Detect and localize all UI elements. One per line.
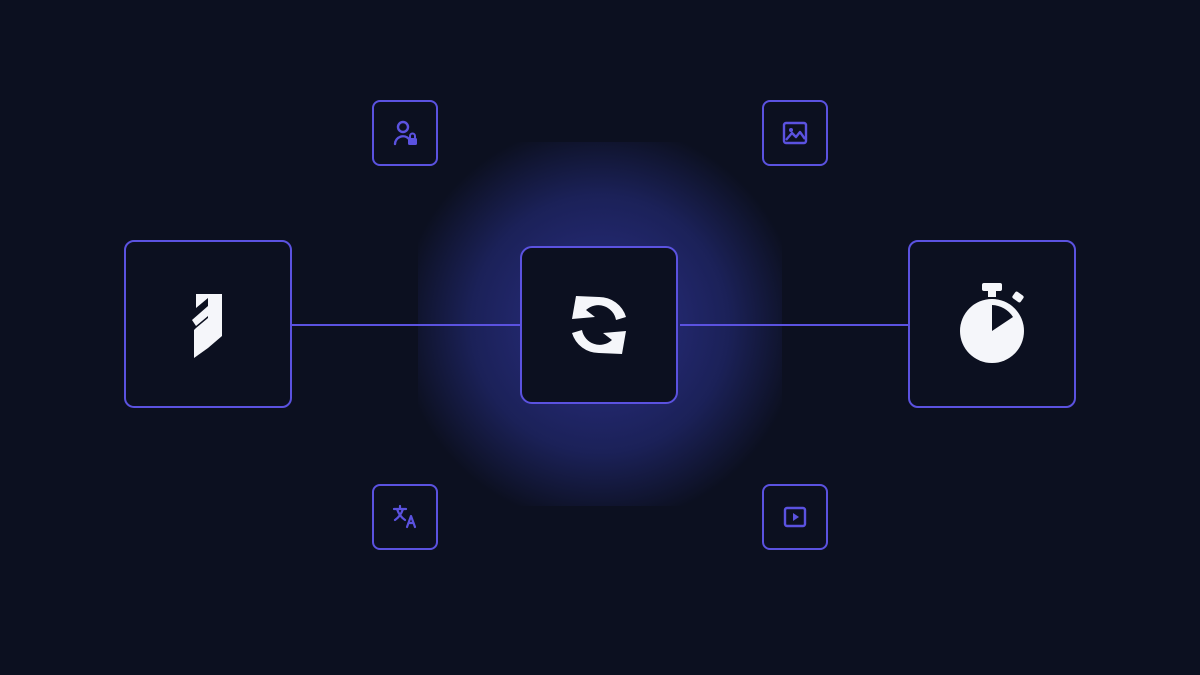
- node-source: [124, 240, 292, 408]
- connector-left: [292, 324, 520, 326]
- image-icon: [781, 119, 809, 147]
- node-image: [762, 100, 828, 166]
- brand-logo-icon: [178, 286, 238, 362]
- diagram-stage: [0, 0, 1200, 675]
- video-play-icon: [781, 503, 809, 531]
- node-video: [762, 484, 828, 550]
- stopwatch-icon: [953, 281, 1031, 367]
- user-lock-icon: [390, 118, 420, 148]
- connector-right: [680, 324, 908, 326]
- sync-icon: [562, 288, 636, 362]
- node-hub: [520, 246, 678, 404]
- node-target: [908, 240, 1076, 408]
- node-user-lock: [372, 100, 438, 166]
- node-translate: [372, 484, 438, 550]
- translate-icon: [390, 502, 420, 532]
